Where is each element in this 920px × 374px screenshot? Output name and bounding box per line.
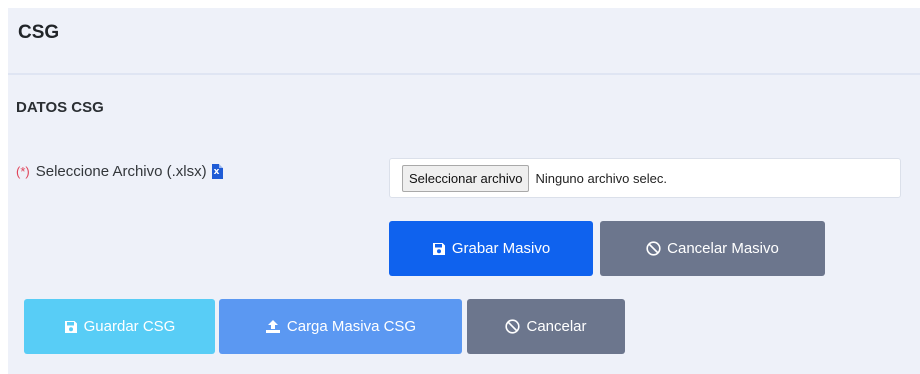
page-title: CSG bbox=[18, 21, 60, 43]
ban-icon bbox=[505, 319, 521, 334]
cancelar-masivo-button[interactable]: Cancelar Masivo bbox=[600, 221, 825, 276]
cancelar-masivo-label: Cancelar Masivo bbox=[667, 240, 779, 257]
grabar-masivo-label: Grabar Masivo bbox=[451, 240, 551, 257]
file-excel-icon: x bbox=[211, 164, 223, 179]
guardar-csg-button[interactable]: Guardar CSG bbox=[24, 299, 215, 354]
file-label-text: Seleccione Archivo (.xlsx) bbox=[35, 163, 207, 180]
save-icon bbox=[432, 242, 446, 256]
select-file-button[interactable]: Seleccionar archivo bbox=[402, 164, 530, 192]
save-icon bbox=[64, 320, 78, 334]
grabar-masivo-button[interactable]: Grabar Masivo bbox=[389, 221, 593, 276]
cancelar-button[interactable]: Cancelar bbox=[467, 299, 625, 354]
ban-icon bbox=[646, 241, 661, 256]
card-header: CSG bbox=[8, 8, 920, 75]
cancelar-label: Cancelar bbox=[526, 318, 587, 335]
required-marker: (*) bbox=[16, 164, 30, 179]
carga-masiva-csg-label: Carga Masiva CSG bbox=[286, 318, 417, 335]
guardar-csg-label: Guardar CSG bbox=[83, 318, 176, 335]
upload-icon bbox=[265, 319, 281, 334]
carga-masiva-csg-button[interactable]: Carga Masiva CSG bbox=[219, 299, 462, 354]
file-field-label: (*) Seleccione Archivo (.xlsx) x bbox=[16, 163, 223, 180]
file-input[interactable]: Seleccionar archivo Ninguno archivo sele… bbox=[389, 158, 901, 198]
section-title: DATOS CSG bbox=[16, 99, 104, 116]
file-status-text: Ninguno archivo selec. bbox=[535, 170, 667, 186]
